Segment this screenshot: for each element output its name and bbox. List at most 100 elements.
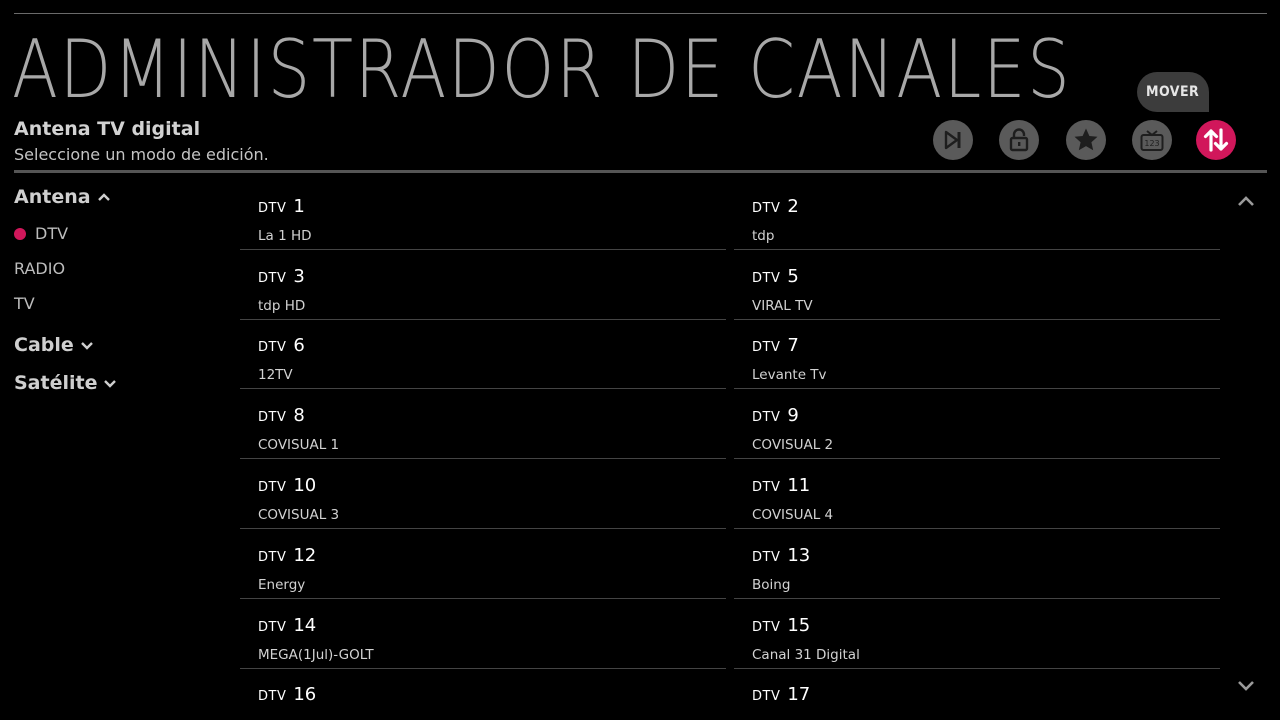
favorite-button[interactable] — [1066, 120, 1106, 160]
channel-name: COVISUAL 1 — [258, 437, 340, 453]
sidebar-item-radio[interactable]: RADIO — [14, 259, 65, 278]
scroll-up-icon[interactable] — [1236, 194, 1256, 208]
channel-number: DTV 12 — [258, 545, 316, 566]
channel-type: DTV — [752, 689, 781, 704]
sidebar-group-antena[interactable]: Antena — [14, 186, 111, 208]
channel-number-value: 11 — [787, 475, 811, 496]
channel-type: DTV — [258, 271, 287, 286]
channel-type: DTV — [752, 620, 781, 635]
channel-number-value: 1 — [293, 196, 305, 217]
channel-tile[interactable]: DTV 14 MEGA(1Jul)-GOLT — [240, 601, 726, 669]
scroll-down-icon[interactable] — [1236, 679, 1256, 693]
row-divider — [734, 528, 1220, 529]
channel-type: DTV — [258, 201, 287, 216]
channel-tile[interactable]: DTV 7 Levante Tv — [734, 321, 1220, 389]
row-divider — [240, 249, 726, 250]
source-title: Antena TV digital — [14, 118, 201, 140]
channel-type: DTV — [752, 340, 781, 355]
channel-name: Energy — [258, 577, 306, 593]
lock-icon — [1009, 128, 1029, 152]
sidebar-item-tv[interactable]: TV — [14, 294, 35, 313]
sidebar-item-dtv[interactable]: DTV — [14, 224, 68, 243]
page-title: ADMINISTRADOR DE CANALES — [12, 23, 1072, 116]
channel-tile[interactable]: DTV 13 Boing — [734, 531, 1220, 599]
channel-number: DTV 11 — [752, 475, 810, 496]
sidebar-group-label: Antena — [14, 186, 91, 208]
channel-number: DTV 2 — [752, 196, 799, 217]
tooltip-label: MOVER — [1146, 84, 1200, 100]
channel-name: COVISUAL 2 — [752, 437, 834, 453]
channel-tile[interactable]: DTV 2 tdp — [734, 182, 1220, 250]
mover-tooltip: MOVER — [1137, 72, 1209, 112]
row-divider — [734, 388, 1220, 389]
channel-number: DTV 17 — [752, 684, 810, 705]
row-divider — [734, 668, 1220, 669]
sidebar-item-label: TV — [14, 294, 35, 313]
channel-number: DTV 7 — [752, 335, 799, 356]
chevron-down-icon — [104, 380, 117, 388]
channel-number-value: 15 — [787, 615, 811, 636]
channel-type: DTV — [752, 410, 781, 425]
channel-type: DTV — [752, 201, 781, 216]
row-divider — [240, 319, 726, 320]
channel-tile[interactable]: DTV 8 COVISUAL 1 — [240, 391, 726, 459]
channel-tile[interactable]: DTV 12 Energy — [240, 531, 726, 599]
channel-tile[interactable]: DTV 1 La 1 HD — [240, 182, 726, 250]
skip-icon — [944, 130, 961, 150]
row-divider — [240, 388, 726, 389]
channel-type: DTV — [258, 689, 287, 704]
channel-tile[interactable]: DTV 5 VIRAL TV — [734, 252, 1220, 320]
channel-type: DTV — [258, 550, 287, 565]
channel-tile[interactable]: DTV 3 tdp HD — [240, 252, 726, 320]
channel-number-value: 10 — [293, 475, 317, 496]
lock-button[interactable] — [999, 120, 1039, 160]
channel-type: DTV — [258, 480, 287, 495]
move-button[interactable] — [1196, 120, 1236, 160]
channel-name: COVISUAL 4 — [752, 507, 834, 523]
channel-number-value: 8 — [293, 405, 305, 426]
channel-tile[interactable]: DTV 17 — [734, 670, 1220, 720]
sidebar-group-label: Satélite — [14, 372, 98, 394]
channel-tile[interactable]: DTV 16 — [240, 670, 726, 720]
sidebar-group-cable[interactable]: Cable — [14, 334, 94, 356]
channel-name: La 1 HD — [258, 228, 312, 244]
channel-number-value: 3 — [293, 266, 305, 287]
sidebar-group-label: Cable — [14, 334, 74, 356]
channel-name: Levante Tv — [752, 367, 827, 383]
row-divider — [734, 458, 1220, 459]
row-divider — [240, 668, 726, 669]
channel-name: Canal 31 Digital — [752, 647, 860, 663]
channel-number: DTV 14 — [258, 615, 316, 636]
row-divider — [734, 319, 1220, 320]
channel-number: DTV 10 — [258, 475, 316, 496]
channel-tile[interactable]: DTV 15 Canal 31 Digital — [734, 601, 1220, 669]
channel-number: DTV 15 — [752, 615, 810, 636]
channel-number-value: 13 — [787, 545, 811, 566]
row-divider — [240, 458, 726, 459]
channel-name: tdp HD — [258, 298, 306, 314]
chevron-up-icon — [97, 193, 110, 201]
sidebar-group-satelite[interactable]: Satélite — [14, 372, 117, 394]
svg-text:123: 123 — [1144, 139, 1159, 148]
header-divider — [14, 170, 1267, 173]
channel-number-value: 12 — [293, 545, 317, 566]
row-divider — [734, 249, 1220, 250]
channel-type: DTV — [752, 271, 781, 286]
channel-name: tdp — [752, 228, 775, 244]
channel-name: VIRAL TV — [752, 298, 813, 314]
top-divider — [14, 13, 1267, 14]
skip-button[interactable] — [933, 120, 973, 160]
channel-tile[interactable]: DTV 11 COVISUAL 4 — [734, 461, 1220, 529]
tv-number-icon: 123 — [1140, 130, 1164, 151]
channel-name: MEGA(1Jul)-GOLT — [258, 647, 374, 663]
channel-tile[interactable]: DTV 10 COVISUAL 3 — [240, 461, 726, 529]
number-button[interactable]: 123 — [1132, 120, 1172, 160]
channel-type: DTV — [752, 480, 781, 495]
channel-number: DTV 8 — [258, 405, 305, 426]
sidebar-item-label: RADIO — [14, 259, 66, 278]
channel-tile[interactable]: DTV 9 COVISUAL 2 — [734, 391, 1220, 459]
channel-tile[interactable]: DTV 6 12TV — [240, 321, 726, 389]
selected-indicator — [14, 227, 26, 240]
channel-number: DTV 13 — [752, 545, 810, 566]
channel-type: DTV — [752, 550, 781, 565]
